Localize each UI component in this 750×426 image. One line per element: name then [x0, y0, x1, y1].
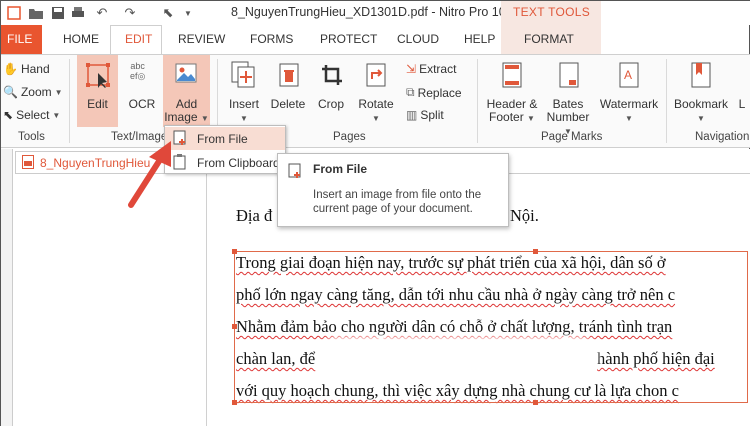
add-image-dropdown: From File From Clipboard [164, 125, 286, 174]
tab-cloud[interactable]: CLOUD [397, 32, 439, 46]
tab-home[interactable]: HOME [63, 32, 99, 46]
crop-button[interactable]: Crop [313, 55, 349, 127]
zoom-tool[interactable]: 🔍 Zoom ▼ [3, 85, 63, 99]
window-title: 8_NguyenTrungHieu_XD1301D.pdf - Nitro Pr… [231, 5, 506, 19]
bates-number-button[interactable]: Bates Number ▼ [542, 55, 594, 136]
app-logo-icon [5, 4, 23, 22]
select-cursor-icon[interactable]: ⬉ [159, 4, 177, 22]
hand-icon: ✋ [3, 62, 18, 76]
resize-handle[interactable] [533, 400, 538, 405]
watermark-button[interactable]: A Watermark ▼ [597, 55, 661, 127]
red-arrow-annotation [128, 141, 171, 208]
resize-handle[interactable] [533, 249, 538, 254]
delete-button[interactable]: Delete [268, 55, 308, 127]
edit-button[interactable]: Edit [77, 55, 118, 127]
replace-button[interactable]: ⧉ Replace [406, 85, 462, 100]
bates-number-icon [559, 62, 579, 91]
resize-handle[interactable] [232, 249, 237, 254]
separator [666, 59, 667, 143]
watermark-icon: A [619, 62, 639, 91]
bookmark-button[interactable]: Bookmark ▼ [671, 55, 731, 127]
tooltip-body: Insert an image from file onto the curre… [313, 189, 482, 215]
navigation-pane-strip[interactable] [1, 149, 13, 426]
tab-help[interactable]: HELP [464, 32, 495, 46]
customize-toolbar-icon[interactable]: ▼ [179, 4, 197, 22]
save-icon[interactable] [49, 4, 67, 22]
split-icon: ▥ [406, 108, 418, 122]
tab-edit[interactable]: EDIT [125, 32, 152, 46]
extract-button[interactable]: ⇲ Extract [406, 62, 456, 76]
select-tool[interactable]: ⬉ Select ▼ [3, 108, 60, 122]
rotate-button[interactable]: Rotate ▼ [354, 55, 398, 127]
crop-icon [321, 64, 343, 89]
tab-format[interactable]: FORMAT [524, 32, 574, 46]
context-label: TEXT TOOLS [513, 5, 591, 19]
header-footer-icon [502, 62, 522, 91]
insert-pages-icon [231, 61, 257, 92]
add-image-button[interactable]: Add Image ▼ [163, 55, 210, 127]
tab-protect[interactable]: PROTECT [320, 32, 377, 46]
ocr-icon: abc ef◎ [130, 61, 146, 81]
extract-icon: ⇲ [406, 62, 417, 76]
ribbon: ✋ Hand 🔍 Zoom ▼ ⬉ Select ▼ Tools Edit abc ef◎ … [1, 54, 750, 148]
tooltip-title: From File [313, 162, 368, 176]
bookmark-icon [691, 62, 711, 91]
header-footer-button[interactable]: Header & Footer ▼ [483, 55, 541, 127]
separator [477, 59, 478, 143]
ribbon-tabs: FILE HOME EDIT REVIEW FORMS PROTECT CLOU… [1, 25, 750, 56]
location-line-end: Nội. [510, 206, 539, 225]
print-icon[interactable] [69, 4, 87, 22]
ocr-button[interactable]: abc ef◎ OCR [125, 55, 159, 127]
edit-text-image-icon [86, 63, 110, 92]
tab-file[interactable]: FILE [1, 25, 42, 55]
svg-text:A: A [624, 68, 632, 82]
link-button[interactable]: L [735, 55, 749, 127]
hand-tool[interactable]: ✋ Hand [3, 62, 50, 76]
group-label-pages: Pages [333, 131, 366, 143]
separator [69, 59, 70, 143]
from-file-tooltip: From File Insert an image from file onto… [277, 153, 509, 227]
rotate-page-icon [366, 63, 386, 90]
delete-page-icon [279, 63, 299, 90]
undo-icon[interactable]: ↶ [93, 4, 111, 22]
pdf-file-icon [22, 155, 34, 172]
image-icon [175, 63, 197, 86]
tab-review[interactable]: REVIEW [178, 32, 225, 46]
insert-button[interactable]: Insert ▼ [222, 55, 266, 127]
replace-icon: ⧉ [406, 85, 415, 99]
zoom-icon: 🔍 [3, 85, 18, 99]
group-label-navigation: Navigation [695, 131, 750, 143]
app-window: ↶ ↷ ⬉ ▼ 8_NguyenTrungHieu_XD1301D.pdf - … [0, 0, 750, 426]
title-bar: ↶ ↷ ⬉ ▼ 8_NguyenTrungHieu_XD1301D.pdf - … [1, 1, 750, 25]
cursor-icon: ⬉ [3, 108, 14, 122]
tab-forms[interactable]: FORMS [250, 32, 293, 46]
resize-handle[interactable] [232, 400, 237, 405]
location-line-start: Địa đ [236, 206, 273, 225]
group-label-tools: Tools [18, 131, 45, 143]
split-button[interactable]: ▥ Split [406, 108, 444, 122]
group-label-page-marks: Page Marks [541, 131, 603, 143]
open-folder-icon[interactable] [27, 4, 45, 22]
add-image-file-icon [287, 163, 303, 182]
redo-icon[interactable]: ↷ [121, 4, 139, 22]
resize-handle[interactable] [232, 324, 237, 329]
text-box-selection[interactable] [234, 251, 748, 403]
